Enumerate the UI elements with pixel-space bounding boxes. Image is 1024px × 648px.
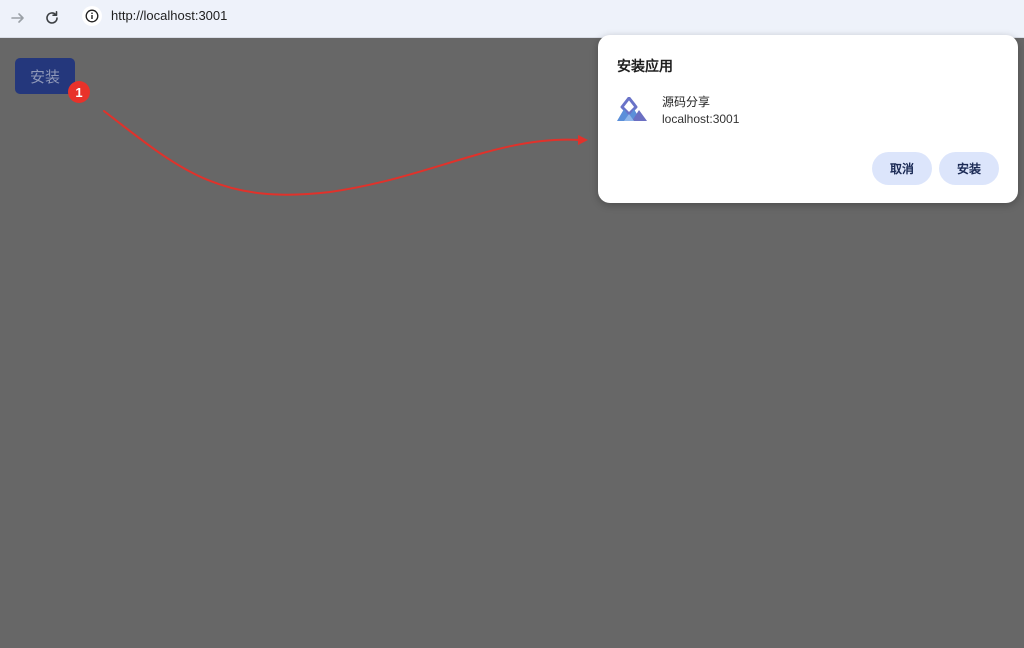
cancel-button[interactable]: 取消	[872, 152, 932, 185]
install-button[interactable]: 安装	[939, 152, 999, 185]
app-name: 源码分享	[662, 95, 711, 109]
app-logo-icon	[617, 97, 647, 121]
app-origin: localhost:3001	[662, 112, 740, 126]
install-app-dialog: 安装应用 源码分享 localhost:3001 取消 安装	[598, 35, 1018, 203]
dialog-title: 安装应用	[617, 59, 673, 75]
